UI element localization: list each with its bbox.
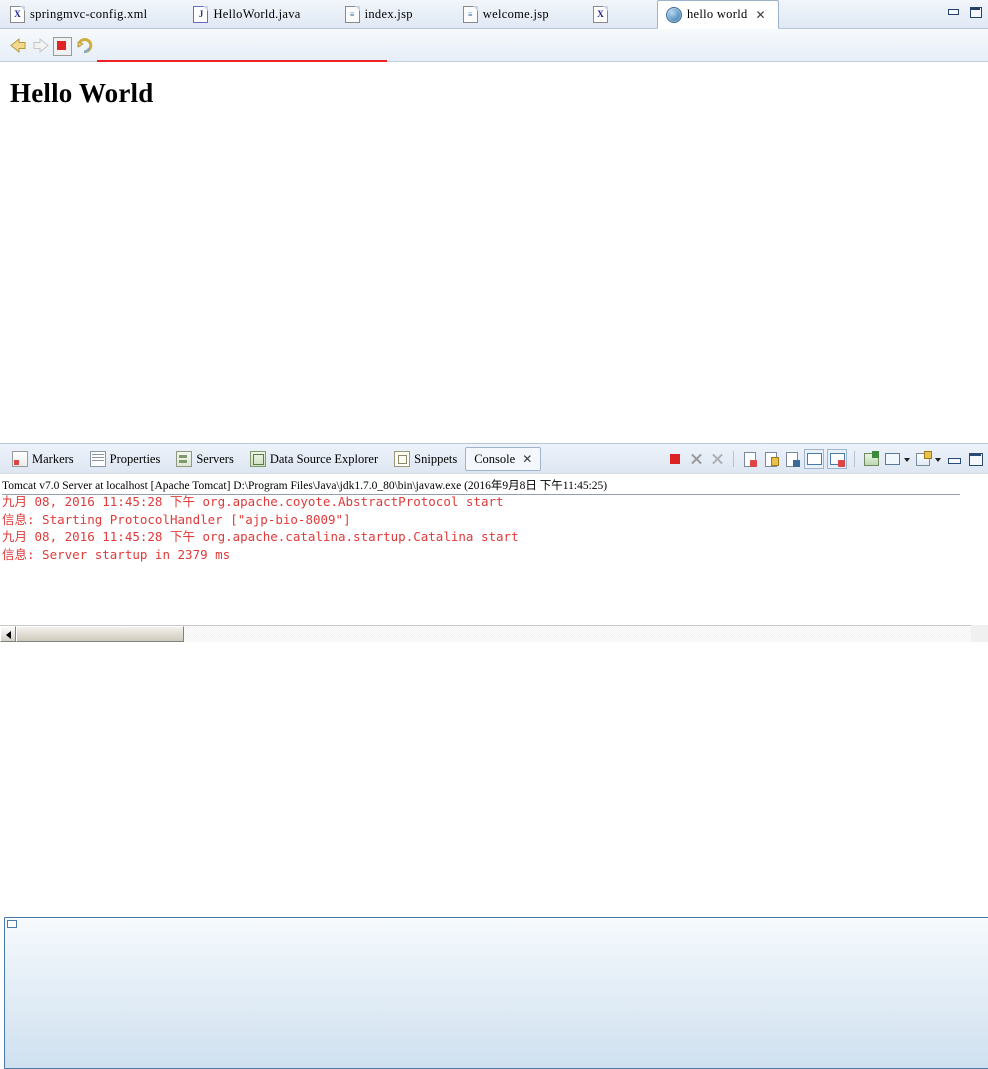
chevron-down-icon[interactable] (935, 450, 942, 468)
console-log-line: 九月 08, 2016 11:45:28 下午 org.apache.catal… (2, 529, 519, 545)
maximize-icon[interactable] (968, 5, 982, 18)
xml-file-icon: X (10, 6, 25, 23)
editor-tab-label: springmvc-config.xml (30, 7, 148, 21)
close-icon[interactable]: ✕ (522, 453, 532, 465)
maximize-view-button[interactable] (966, 450, 984, 468)
view-tab-label: Console (474, 451, 516, 466)
toolbar-separator (733, 451, 734, 467)
editor-tab-label: hello world (686, 7, 748, 21)
browser-toolbar: http://localhost:8080/HelloWorld/hellowo… (0, 29, 988, 90)
refresh-icon[interactable] (75, 36, 94, 55)
view-tab-label: Properties (109, 451, 161, 466)
console-log-line: 信息: Starting ProtocolHandler ["ajp-bio-8… (2, 511, 351, 527)
properties-icon (89, 451, 106, 467)
view-tab-label: Data Source Explorer (269, 451, 379, 466)
markers-icon (12, 451, 28, 467)
view-tab-label: Snippets (414, 451, 458, 466)
terminate-button[interactable] (666, 450, 684, 468)
pin-console-button[interactable] (862, 450, 880, 468)
minimize-icon[interactable] (946, 5, 960, 18)
view-tab-properties[interactable]: Properties (82, 447, 169, 471)
scrollbar-corner (971, 625, 988, 642)
view-tab-data-source-explorer[interactable]: Data Source Explorer (242, 447, 386, 471)
browser-window: X springmvc-config.xml J HelloWorld.java… (0, 0, 988, 1069)
view-tab-bar: Markers Properties Servers Data Source E… (0, 443, 988, 1069)
view-tab-label: Servers (196, 451, 234, 466)
editor-tab-list: X springmvc-config.xml J HelloWorld.java… (0, 0, 779, 29)
close-icon[interactable]: ✕ (756, 9, 766, 21)
page-content: Hello World (0, 62, 988, 443)
console-icon (4, 917, 988, 1069)
hide-console-button[interactable] (827, 449, 847, 469)
back-icon[interactable] (8, 36, 28, 55)
console-view-toolbar (666, 448, 984, 470)
editor-tab-label: index.jsp (364, 7, 413, 21)
editor-tab-label: welcome.jsp (482, 7, 549, 21)
console-panel[interactable]: Tomcat v7.0 Server at localhost [Apache … (0, 473, 988, 625)
editor-tab-hello-world[interactable]: hello world ✕ (656, 0, 779, 29)
servers-icon (176, 451, 193, 467)
console-horizontal-scrollbar[interactable] (0, 625, 988, 642)
chevron-down-icon[interactable] (904, 450, 911, 468)
globe-icon (665, 6, 682, 23)
scrollbar-thumb[interactable] (16, 626, 184, 642)
display-selected-console-button[interactable] (883, 450, 901, 468)
clear-console-button[interactable] (741, 450, 759, 468)
editor-tab-index-jsp[interactable]: ≡ index.jsp (337, 0, 425, 29)
scroll-left-button[interactable] (0, 626, 16, 642)
console-log: 九月 08, 2016 11:45:28 下午 org.apache.coyot… (2, 493, 952, 563)
editor-tab-label: HelloWorld.java (213, 7, 301, 21)
open-console-button[interactable] (914, 450, 932, 468)
minimize-view-button[interactable] (945, 450, 963, 468)
xml-file-icon: X (592, 6, 608, 23)
editor-tab-welcome-jsp[interactable]: ≡ welcome.jsp (455, 0, 561, 29)
view-tab-servers[interactable]: Servers (168, 447, 242, 471)
view-tab-label: Markers (32, 451, 74, 466)
view-tab-list: Markers Properties Servers Data Source E… (4, 444, 988, 1069)
toolbar-separator (854, 451, 855, 467)
window-controls (946, 5, 982, 18)
editor-tab-helloworld-java[interactable]: J HelloWorld.java (185, 0, 312, 29)
jsp-file-icon: ≡ (344, 6, 360, 23)
remove-launch-button[interactable] (687, 450, 705, 468)
remove-all-terminated-button[interactable] (708, 450, 726, 468)
view-tab-snippets[interactable]: Snippets (386, 447, 465, 471)
forward-icon (31, 36, 51, 55)
java-file-icon: J (193, 6, 209, 23)
stop-icon[interactable] (53, 37, 72, 56)
view-tab-markers[interactable]: Markers (4, 447, 82, 471)
console-log-line: 信息: Server startup in 2379 ms (2, 546, 231, 562)
page-heading: Hello World (10, 78, 154, 108)
console-log-line: 九月 08, 2016 11:45:28 下午 org.apache.coyot… (2, 494, 504, 509)
show-console-button[interactable] (804, 449, 824, 469)
snippets-icon (394, 451, 411, 467)
editor-tab-springmvc-config-xml[interactable]: X springmvc-config.xml (0, 0, 159, 29)
data-source-explorer-icon (249, 451, 266, 467)
jsp-file-icon: ≡ (462, 6, 478, 23)
scroll-lock-button[interactable] (762, 450, 780, 468)
view-tab-console[interactable]: Console ✕ (4, 447, 988, 1069)
editor-tab-web-xml[interactable]: X (585, 0, 625, 29)
word-wrap-button[interactable] (783, 450, 801, 468)
editor-tab-bar: X springmvc-config.xml J HelloWorld.java… (0, 0, 988, 29)
